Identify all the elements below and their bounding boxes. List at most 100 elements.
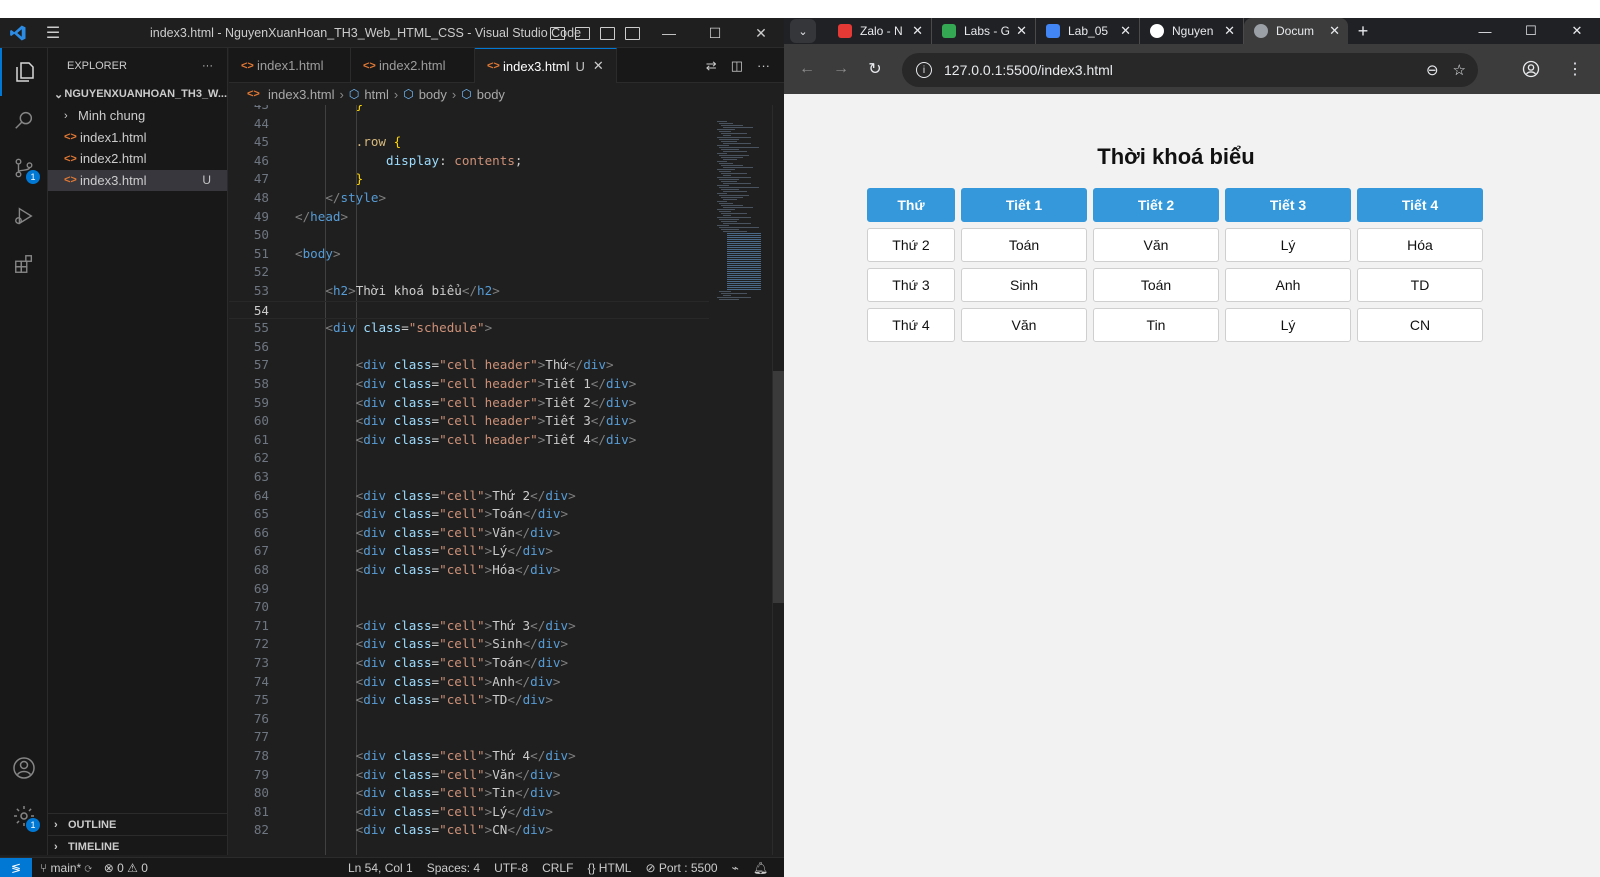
address-bar[interactable]: i 127.0.0.1:5500/index3.html ⊖ ☆ [902, 53, 1478, 87]
toggle-panel-icon[interactable] [575, 26, 590, 40]
settings-gear-icon[interactable]: 1 [0, 792, 48, 840]
code-line[interactable]: 55 <div class="schedule"> [229, 319, 709, 338]
browser-tab-zalo[interactable]: Zalo - N ✕ [828, 18, 932, 44]
explorer-item-minh-chung[interactable]: › Minh chung [48, 105, 227, 127]
hamburger-menu-icon[interactable]: ☰ [36, 18, 70, 48]
code-line[interactable]: 69 [229, 580, 709, 599]
code-line[interactable]: 52 [229, 263, 709, 282]
new-tab-button[interactable]: + [1348, 21, 1378, 42]
code-line[interactable]: 68 <div class="cell">Hóa</div> [229, 561, 709, 580]
notifications-bell-icon[interactable]: 🔔︎ [753, 861, 768, 875]
close-button[interactable]: ✕ [738, 18, 784, 48]
code-line[interactable]: 65 <div class="cell">Toán</div> [229, 505, 709, 524]
end-of-line[interactable]: CRLF [542, 861, 573, 875]
forward-button[interactable]: → [824, 52, 858, 86]
indentation[interactable]: Spaces: 4 [427, 861, 480, 875]
tab-index3[interactable]: <> index3.html U ✕ [475, 48, 617, 83]
reload-button[interactable]: ↻ [858, 52, 892, 86]
minimap[interactable] [713, 105, 773, 855]
code-line[interactable]: 79 <div class="cell">Văn</div> [229, 766, 709, 785]
code-line[interactable]: 74 <div class="cell">Anh</div> [229, 673, 709, 692]
branch-indicator[interactable]: ⑂ main* ⟳ [40, 861, 92, 875]
code-line[interactable]: 54 [229, 300, 709, 320]
code-line[interactable]: 72 <div class="cell">Sinh</div> [229, 635, 709, 654]
problems-indicator[interactable]: ⊗ 0 ⚠ 0 [104, 861, 148, 875]
customize-layout-icon[interactable] [625, 26, 640, 40]
browser-menu-icon[interactable]: ⋮ [1558, 52, 1592, 86]
browser-tab-labs[interactable]: Labs - G ✕ [932, 18, 1036, 44]
cursor-position[interactable]: Ln 54, Col 1 [348, 861, 413, 875]
encoding[interactable]: UTF-8 [494, 861, 528, 875]
close-tab-icon[interactable]: ✕ [1016, 23, 1027, 39]
split-editor-icon[interactable]: ◫ [731, 58, 743, 74]
code-line[interactable]: 53 <h2>Thời khoá biểu</h2> [229, 282, 709, 301]
code-line[interactable]: 60 <div class="cell header">Tiết 3</div> [229, 412, 709, 431]
browser-tab-document[interactable]: Docum ✕ [1244, 18, 1348, 44]
close-tab-icon[interactable]: ✕ [912, 23, 923, 39]
code-line[interactable]: 58 <div class="cell header">Tiết 1</div> [229, 375, 709, 394]
code-line[interactable]: 66 <div class="cell">Văn</div> [229, 524, 709, 543]
breadcrumb-html[interactable]: html [364, 87, 389, 102]
code-line[interactable]: 43 } [229, 105, 709, 115]
code-line[interactable]: 56 [229, 338, 709, 357]
run-debug-icon[interactable] [0, 192, 48, 240]
broadcast-icon[interactable]: ⌁ [732, 861, 739, 875]
code-line[interactable]: 47 } [229, 170, 709, 189]
back-button[interactable]: ← [790, 52, 824, 86]
code-line[interactable]: 80 <div class="cell">Tin</div> [229, 784, 709, 803]
timeline-section[interactable]: › TIMELINE [48, 835, 228, 857]
more-actions-icon[interactable]: ··· [757, 58, 770, 73]
explorer-icon[interactable] [0, 48, 48, 96]
extensions-icon[interactable] [0, 240, 48, 288]
code-line[interactable]: 50 [229, 226, 709, 245]
code-line[interactable]: 64 <div class="cell">Thứ 2</div> [229, 487, 709, 506]
code-line[interactable]: 45 .row { [229, 133, 709, 152]
minimize-button[interactable]: — [646, 18, 692, 48]
code-line[interactable]: 78 <div class="cell">Thứ 4</div> [229, 747, 709, 766]
code-line[interactable]: 76 [229, 710, 709, 729]
code-line[interactable]: 44 [229, 115, 709, 134]
code-line[interactable]: 61 <div class="cell header">Tiết 4</div> [229, 431, 709, 450]
code-line[interactable]: 75 <div class="cell">TD</div> [229, 691, 709, 710]
editor-scrollbar[interactable] [772, 105, 784, 855]
tab-index2[interactable]: <> index2.html [351, 48, 475, 83]
breadcrumb-body-2[interactable]: body [477, 87, 505, 102]
url-text[interactable]: 127.0.0.1:5500/index3.html [944, 62, 1113, 78]
code-editor[interactable]: 43 }4445 .row {46 display: contents;47 }… [229, 105, 784, 855]
tab-search-icon[interactable]: ⌄ [790, 19, 816, 43]
search-icon[interactable] [0, 96, 48, 144]
code-line[interactable]: 51 <body> [229, 245, 709, 264]
source-control-icon[interactable]: 1 [0, 144, 48, 192]
language-mode[interactable]: {} HTML [587, 861, 631, 875]
toggle-primary-sidebar-icon[interactable] [550, 26, 565, 40]
browser-tab-lab05[interactable]: Lab_05 ✕ [1036, 18, 1140, 44]
breadcrumb-body[interactable]: body [419, 87, 447, 102]
zoom-icon[interactable]: ⊖ [1426, 61, 1439, 79]
maximize-button[interactable]: ☐ [692, 18, 738, 48]
live-server-port[interactable]: ⊘ Port : 5500 [645, 861, 717, 875]
more-actions-icon[interactable]: ··· [202, 60, 213, 72]
browser-tab-github[interactable]: Nguyen ✕ [1140, 18, 1244, 44]
profile-icon[interactable] [1514, 52, 1548, 86]
code-line[interactable]: 70 [229, 598, 709, 617]
code-line[interactable]: 81 <div class="cell">Lý</div> [229, 803, 709, 822]
bookmark-star-icon[interactable]: ☆ [1453, 61, 1466, 79]
minimize-button[interactable]: — [1462, 18, 1508, 44]
code-line[interactable]: 48 </style> [229, 189, 709, 208]
code-line[interactable]: 57 <div class="cell header">Thứ</div> [229, 356, 709, 375]
close-button[interactable]: ✕ [1554, 18, 1600, 44]
open-changes-icon[interactable]: ⇄ [706, 58, 717, 74]
tab-index1[interactable]: <> index1.html [229, 48, 351, 83]
code-line[interactable]: 67 <div class="cell">Lý</div> [229, 542, 709, 561]
outline-section[interactable]: › OUTLINE [48, 813, 228, 835]
code-line[interactable]: 59 <div class="cell header">Tiết 2</div> [229, 394, 709, 413]
code-line[interactable]: 49 </head> [229, 208, 709, 227]
code-line[interactable]: 62 [229, 449, 709, 468]
code-line[interactable]: 73 <div class="cell">Toán</div> [229, 654, 709, 673]
code-line[interactable]: 82 <div class="cell">CN</div> [229, 821, 709, 840]
close-tab-icon[interactable]: ✕ [1120, 23, 1131, 39]
close-tab-icon[interactable]: ✕ [1224, 23, 1235, 39]
code-line[interactable]: 63 [229, 468, 709, 487]
accounts-icon[interactable] [0, 744, 48, 792]
explorer-item-index2[interactable]: <> index2.html [48, 148, 227, 170]
